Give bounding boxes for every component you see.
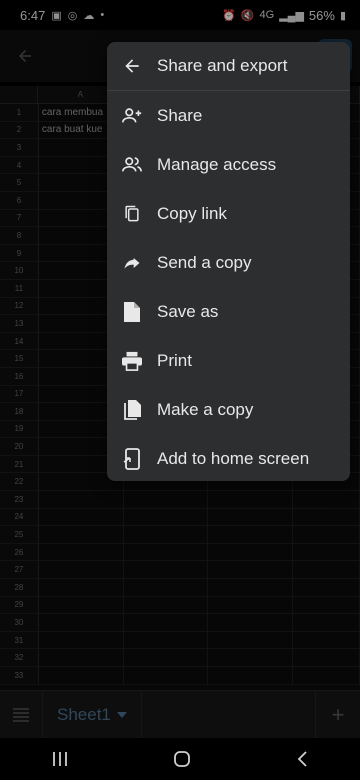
menu-item-label: Manage access — [157, 154, 277, 174]
menu-item-share[interactable]: Share — [107, 91, 350, 140]
menu-item-label: Send a copy — [157, 252, 252, 272]
menu-header[interactable]: Share and export — [107, 42, 350, 91]
arrow-back-icon[interactable] — [107, 56, 157, 76]
menu-item-label: Share — [157, 105, 203, 125]
copy-icon — [107, 203, 157, 225]
file-icon — [107, 301, 157, 323]
share-export-menu: Share and export Share Manage access Cop… — [107, 42, 350, 481]
home-button[interactable] — [173, 750, 191, 768]
chevron-left-icon — [297, 751, 307, 767]
menu-item-send-a-copy[interactable]: Send a copy — [107, 238, 350, 287]
print-icon — [107, 351, 157, 371]
menu-item-save-as[interactable]: Save as — [107, 287, 350, 336]
recent-apps-button[interactable] — [52, 752, 68, 766]
menu-item-add-to-home-screen[interactable]: Add to home screen — [107, 434, 350, 481]
system-back-button[interactable] — [296, 751, 308, 767]
menu-item-label: Make a copy — [157, 399, 254, 419]
home-icon — [174, 751, 190, 767]
person-add-icon — [107, 105, 157, 127]
menu-title: Share and export — [157, 56, 288, 75]
menu-item-make-a-copy[interactable]: Make a copy — [107, 385, 350, 434]
menu-item-label: Copy link — [157, 203, 227, 223]
file-copy-icon — [107, 399, 157, 421]
menu-item-label: Save as — [157, 301, 219, 321]
add-to-home-icon — [107, 447, 157, 470]
menu-item-label: Print — [157, 350, 192, 370]
menu-item-manage-access[interactable]: Manage access — [107, 140, 350, 189]
forward-icon — [107, 253, 157, 273]
menu-item-label: Add to home screen — [157, 448, 310, 468]
recent-apps-icon — [53, 752, 68, 766]
menu-item-copy-link[interactable]: Copy link — [107, 189, 350, 238]
system-nav-bar — [0, 738, 360, 780]
menu-item-print[interactable]: Print — [107, 336, 350, 385]
people-icon — [107, 154, 157, 176]
